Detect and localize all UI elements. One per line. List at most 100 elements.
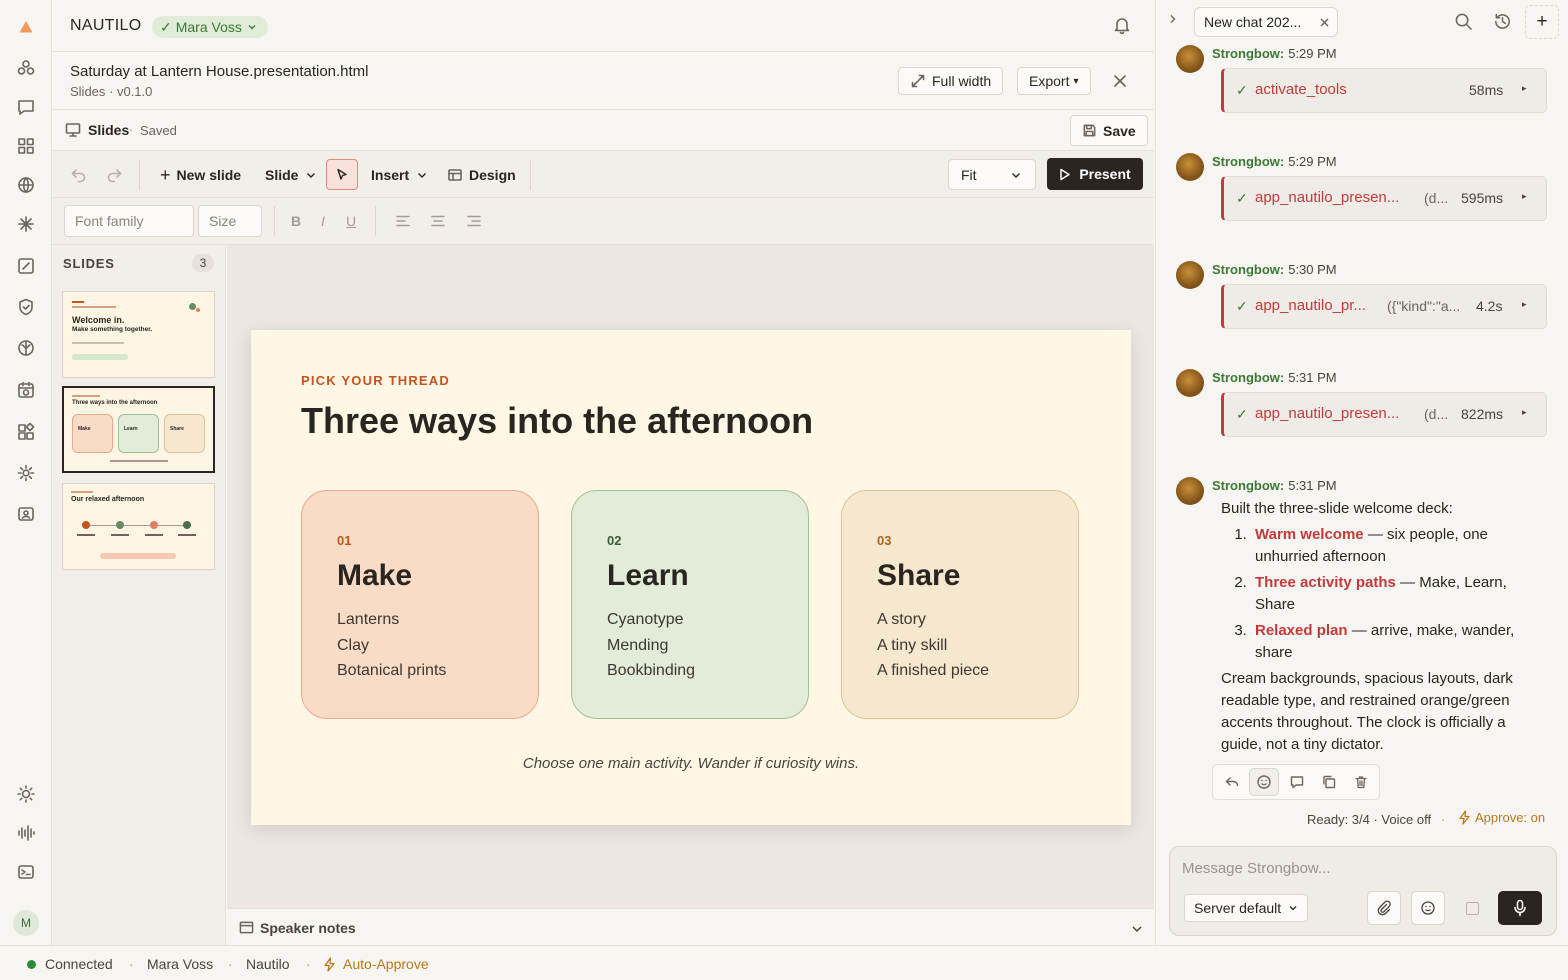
agents-icon[interactable]	[14, 56, 38, 80]
activity-card-share[interactable]: 03 Share A story A tiny skill A finished…	[841, 490, 1079, 719]
font-family-input[interactable]: Font family	[64, 205, 194, 237]
calendar-clock-icon[interactable]	[14, 378, 38, 402]
zoom-fit-select[interactable]: Fit	[948, 159, 1036, 190]
list-item: Relaxed plan — arrive, make, wander, sha…	[1251, 620, 1541, 664]
microphone-button[interactable]	[1498, 891, 1542, 925]
globe-icon[interactable]	[14, 173, 38, 197]
speaker-notes-bar[interactable]: Speaker notes	[227, 908, 1154, 945]
slide-kicker[interactable]: PICK YOUR THREAD	[301, 373, 450, 388]
tool-call-block[interactable]: ✓ app_nautilo_presen... (d... 822ms ▸	[1221, 392, 1547, 437]
slide-thumbnail-3[interactable]: Our relaxed afternoon	[62, 483, 215, 570]
reply-icon[interactable]	[1224, 774, 1240, 790]
check-icon: ✓	[160, 18, 172, 35]
attach-button[interactable]	[1367, 891, 1401, 925]
slide-title[interactable]: Three ways into the afternoon	[301, 400, 813, 442]
chat-icon[interactable]	[14, 95, 38, 119]
new-slide-button[interactable]: + New slide	[160, 161, 241, 189]
bold-button[interactable]: B	[291, 213, 301, 229]
auto-approve-status[interactable]: Auto-Approve	[343, 956, 429, 972]
model-select[interactable]: Server default	[1184, 894, 1308, 922]
notifications-bell-icon[interactable]	[1112, 15, 1132, 35]
slide-canvas[interactable]: PICK YOUR THREAD Three ways into the aft…	[227, 245, 1154, 908]
italic-button[interactable]: I	[321, 213, 325, 229]
design-label: Design	[469, 167, 516, 183]
chat-tab[interactable]: New chat 202...	[1194, 7, 1338, 37]
align-center-icon[interactable]	[430, 213, 446, 229]
search-icon[interactable]	[1454, 12, 1473, 31]
trash-icon[interactable]	[1353, 774, 1369, 790]
tool-call-block[interactable]: ✓ app_nautilo_presen... (d... 595ms ▸	[1221, 176, 1547, 221]
chevron-down-icon	[248, 25, 256, 30]
insert-label: Insert	[371, 167, 410, 183]
apps-grid-icon[interactable]	[14, 134, 38, 158]
chat-tab-label: New chat 202...	[1204, 14, 1302, 30]
avatar[interactable]: M	[13, 910, 39, 936]
shield-icon[interactable]	[14, 295, 38, 319]
slide-footer[interactable]: Choose one main activity. Wander if curi…	[251, 755, 1131, 772]
redo-icon[interactable]	[105, 161, 123, 189]
gear-icon[interactable]	[14, 461, 38, 485]
sparkle-icon[interactable]	[14, 212, 38, 236]
align-left-icon[interactable]	[395, 213, 411, 229]
extensions-icon[interactable]	[14, 420, 38, 444]
approve-toggle[interactable]: Approve: on	[1458, 810, 1545, 825]
separator-dot: ·	[129, 122, 134, 137]
logo-icon[interactable]	[14, 15, 38, 39]
user-chip[interactable]: ✓ Mara Voss	[152, 16, 268, 38]
slide-menu-button[interactable]: Slide	[265, 161, 318, 189]
check-icon: ✓	[1236, 298, 1248, 314]
brand-name: NAUTILO	[70, 17, 142, 34]
insert-menu-button[interactable]: Insert	[371, 161, 429, 189]
present-button[interactable]: Present	[1047, 158, 1143, 190]
edit-icon[interactable]	[14, 254, 38, 278]
tool-args: ({"kind":"a...	[1387, 298, 1461, 314]
user-chip-label: Mara Voss	[175, 19, 242, 35]
connection-status-dot	[27, 960, 36, 969]
speaker-notes-label: Speaker notes	[260, 920, 356, 936]
align-right-icon[interactable]	[466, 213, 482, 229]
history-icon[interactable]	[1493, 12, 1512, 31]
chevron-right-icon[interactable]	[1167, 13, 1179, 25]
save-button[interactable]: Save	[1070, 115, 1148, 146]
copy-icon[interactable]	[1321, 774, 1337, 790]
slide-thumbnail-2[interactable]: Three ways into the afternoon Make Learn…	[62, 386, 215, 473]
undo-icon[interactable]	[70, 161, 88, 189]
select-tool-button[interactable]	[326, 159, 358, 190]
slides-count-badge: 3	[192, 254, 214, 272]
design-button[interactable]: Design	[447, 161, 516, 189]
document-header: Saturday at Lantern House.presentation.h…	[52, 52, 1154, 110]
tool-call-block[interactable]: ✓ activate_tools 58ms ▸	[1221, 68, 1547, 113]
close-icon[interactable]	[1111, 72, 1129, 90]
activity-card-learn[interactable]: 02 Learn Cyanotype Mending Bookbinding	[571, 490, 809, 719]
save-status: Saved	[140, 123, 177, 138]
chevron-down-icon	[418, 173, 427, 178]
voice-waveform-icon[interactable]	[14, 821, 38, 845]
smiley-icon	[1421, 901, 1435, 915]
emoji-button[interactable]	[1411, 891, 1445, 925]
export-button[interactable]: Export ▾	[1017, 67, 1091, 95]
reply-outro: Cream backgrounds, spacious layouts, dar…	[1221, 670, 1513, 753]
close-tab-icon[interactable]	[1319, 17, 1330, 28]
react-emoji-icon[interactable]	[1256, 774, 1272, 790]
card-item: Mending	[607, 636, 669, 654]
new-chat-plus-icon[interactable]: +	[1525, 5, 1559, 39]
full-width-button[interactable]: Full width	[898, 67, 1004, 95]
id-card-icon[interactable]	[14, 502, 38, 526]
slide[interactable]: PICK YOUR THREAD Three ways into the aft…	[251, 330, 1131, 825]
brain-icon[interactable]	[14, 336, 38, 360]
stop-button[interactable]	[1455, 891, 1489, 925]
divider	[139, 160, 140, 190]
underline-button[interactable]: U	[346, 213, 356, 229]
comment-icon[interactable]	[1289, 774, 1305, 790]
theme-sun-icon[interactable]	[14, 782, 38, 806]
slide-thumbnail-1[interactable]: Welcome in. Make something together.	[62, 291, 215, 378]
tool-call-block[interactable]: ✓ app_nautilo_pr... ({"kind":"a... 4.2s …	[1221, 284, 1547, 329]
format-bar: Font family Size B I U	[52, 198, 1154, 245]
terminal-icon[interactable]	[14, 860, 38, 884]
chevron-down-icon[interactable]	[1130, 922, 1144, 936]
message-input[interactable]	[1182, 857, 1542, 879]
card-item: A finished piece	[877, 662, 990, 679]
chevron-down-icon	[1289, 906, 1297, 911]
activity-card-make[interactable]: 01 Make Lanterns Clay Botanical prints	[301, 490, 539, 719]
font-size-input[interactable]: Size	[198, 205, 262, 237]
